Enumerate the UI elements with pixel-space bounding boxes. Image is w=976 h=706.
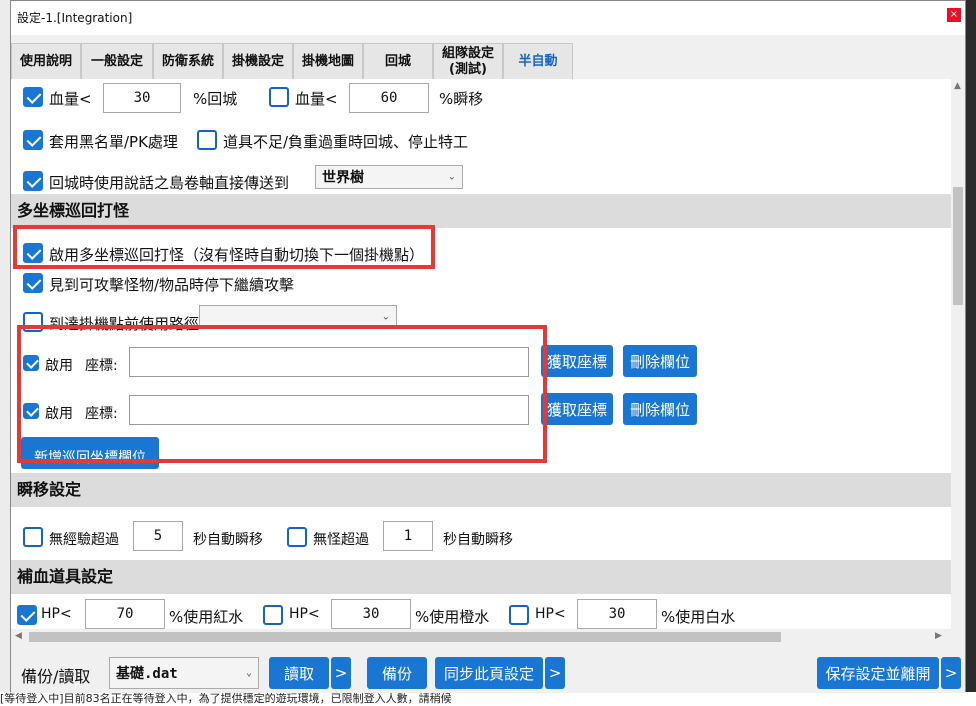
blacklist-checkbox[interactable]	[23, 130, 43, 150]
horizontal-scrollbar[interactable]: ◀ ▶	[11, 629, 965, 645]
tab-afk-map[interactable]: 掛機地圖	[293, 43, 363, 79]
red-potion-label: HP<	[41, 606, 72, 622]
no-exp-input[interactable]: 5	[133, 521, 183, 551]
white-potion-label: HP<	[535, 606, 566, 622]
backup-button[interactable]: 備份	[367, 657, 427, 689]
scroll-return-label: 回城時使用說話之島卷軸直接傳送到	[49, 174, 290, 192]
hp-teleport-checkbox[interactable]	[269, 87, 289, 107]
bottom-bar: 備份/讀取 基礎.dat ⌄ 讀取 > 備份 同步此頁設定 > 保存設定並離開 …	[11, 645, 965, 693]
chevron-down-icon: ⌄	[381, 311, 390, 323]
orange-potion-suffix: %使用橙水	[415, 608, 490, 626]
orange-potion-checkbox[interactable]	[263, 605, 283, 625]
hp-teleport-label: 血量<	[295, 90, 338, 108]
no-mob-label: 無怪超過	[313, 532, 369, 548]
tab-general[interactable]: 一般設定	[81, 43, 153, 79]
read-more-button[interactable]: >	[331, 657, 351, 689]
highlight-coords-box	[17, 325, 547, 463]
close-button[interactable]: ×	[947, 8, 961, 22]
tab-party[interactable]: 組隊設定 (測試)	[433, 43, 503, 79]
hp-return-suffix: %回城	[193, 90, 238, 108]
no-exp-label: 無經驗超過	[49, 532, 119, 548]
multi-coord-section-title: 多坐標巡回打怪	[11, 194, 951, 228]
white-potion-suffix: %使用白水	[661, 608, 736, 626]
coord-1-get-button[interactable]: 獲取座標	[541, 345, 613, 377]
scroll-right-icon[interactable]: ▶	[935, 631, 942, 641]
read-button[interactable]: 讀取	[269, 657, 329, 689]
red-potion-input[interactable]: 70	[85, 599, 165, 629]
tab-defense[interactable]: 防衛系統	[153, 43, 223, 79]
red-potion-checkbox[interactable]	[17, 605, 37, 625]
orange-potion-input[interactable]: 30	[331, 599, 411, 629]
no-item-return-label: 道具不足/負重過重時回城、停止特工	[223, 133, 469, 151]
coord-2-get-button[interactable]: 獲取座標	[541, 393, 613, 425]
sync-page-button[interactable]: 同步此頁設定	[435, 657, 543, 689]
orange-potion-label: HP<	[289, 606, 320, 622]
background-status-text: [等待登入中]目前83名正在等待登入中，為了提供穩定的遊玩環境，已限制登入人數，…	[0, 692, 976, 706]
return-destination-value: 世界樹	[322, 170, 364, 186]
no-mob-checkbox[interactable]	[287, 527, 307, 547]
hp-return-input[interactable]: 30	[103, 83, 181, 113]
no-item-return-checkbox[interactable]	[197, 130, 217, 150]
coord-2-delete-button[interactable]: 刪除欄位	[623, 393, 697, 425]
horizontal-scroll-thumb[interactable]	[29, 632, 781, 642]
sync-more-button[interactable]: >	[545, 657, 565, 689]
settings-content: 血量< 30 %回城 血量< 60 %瞬移 套用黑名單/PK處理 道具不足/負重…	[11, 79, 951, 629]
titlebar: 設定-1.[Integration] ×	[11, 1, 965, 35]
settings-window: 設定-1.[Integration] × 使用說明 一般設定 防衛系統 掛機設定…	[10, 0, 966, 693]
no-exp-checkbox[interactable]	[23, 527, 43, 547]
coord-1-delete-button[interactable]: 刪除欄位	[623, 345, 697, 377]
red-potion-suffix: %使用紅水	[169, 608, 244, 626]
white-potion-input[interactable]: 30	[577, 599, 657, 629]
save-exit-button[interactable]: 保存設定並離開	[817, 657, 939, 689]
potion-section-title: 補血道具設定	[11, 560, 951, 594]
backup-read-label: 備份/讀取	[21, 667, 91, 686]
tab-usage[interactable]: 使用說明	[11, 43, 81, 79]
hp-teleport-input[interactable]: 60	[349, 83, 429, 113]
scroll-return-checkbox[interactable]	[23, 171, 43, 191]
chevron-down-icon: ⌄	[447, 171, 456, 183]
tab-return[interactable]: 回城	[363, 43, 433, 79]
no-mob-input[interactable]: 1	[383, 521, 433, 551]
background-window-edge	[0, 0, 10, 692]
save-more-button[interactable]: >	[941, 657, 961, 689]
stop-attack-checkbox[interactable]	[23, 273, 43, 293]
tab-afk-settings[interactable]: 掛機設定	[223, 43, 293, 79]
hp-teleport-suffix: %瞬移	[439, 90, 484, 108]
no-exp-suffix: 秒自動瞬移	[193, 532, 263, 548]
tab-semi-auto[interactable]: 半自動	[503, 43, 573, 79]
backup-file-value: 基礎.dat	[116, 666, 178, 682]
blacklist-label: 套用黑名單/PK處理	[49, 133, 178, 151]
tab-bar: 使用說明 一般設定 防衛系統 掛機設定 掛機地圖 回城 組隊設定 (測試) 半自…	[11, 43, 573, 79]
highlight-enable-box	[13, 225, 435, 269]
no-mob-suffix: 秒自動瞬移	[443, 532, 513, 548]
backup-file-select[interactable]: 基礎.dat ⌄	[109, 657, 259, 689]
scroll-left-icon[interactable]: ◀	[15, 631, 22, 641]
chevron-down-icon: ⌄	[245, 667, 252, 679]
teleport-section-title: 瞬移設定	[11, 473, 951, 507]
hp-return-label: 血量<	[49, 90, 92, 108]
vertical-scrollbar[interactable]: ▲	[951, 79, 965, 629]
window-title: 設定-1.[Integration]	[17, 11, 133, 25]
hp-return-checkbox[interactable]	[23, 87, 43, 107]
stop-attack-label: 見到可攻擊怪物/物品時停下繼續攻擊	[49, 276, 295, 294]
white-potion-checkbox[interactable]	[509, 605, 529, 625]
vertical-scroll-thumb[interactable]	[953, 187, 963, 305]
return-destination-select[interactable]: 世界樹 ⌄	[315, 165, 463, 189]
scroll-up-icon[interactable]: ▲	[954, 81, 961, 91]
